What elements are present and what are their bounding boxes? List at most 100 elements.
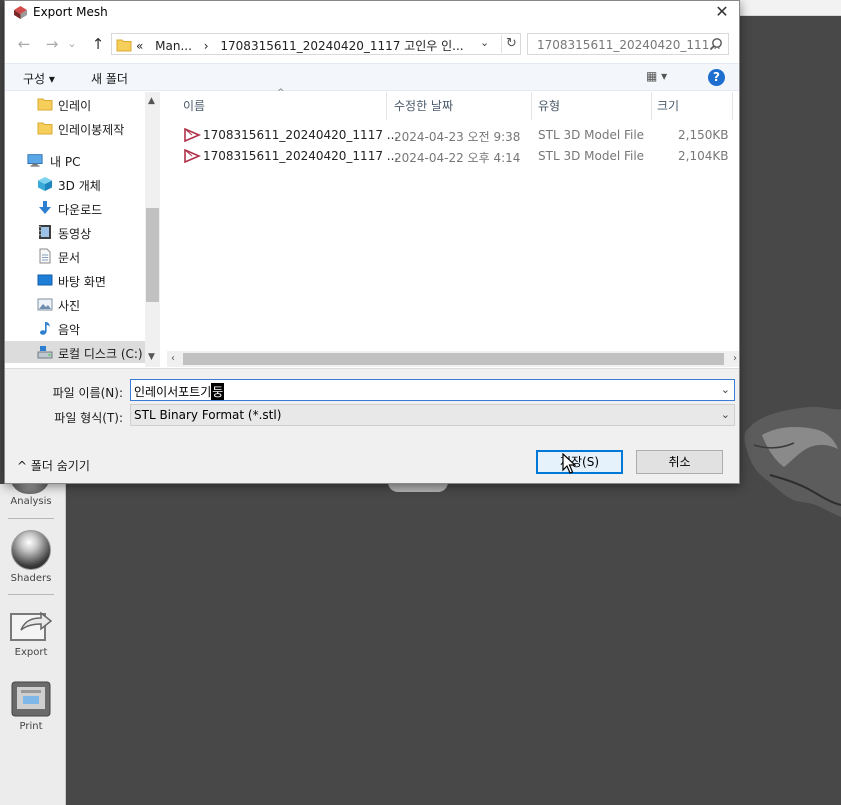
folder-icon: [37, 98, 53, 111]
column-header-name[interactable]: 이름: [183, 97, 205, 114]
help-button[interactable]: ?: [708, 69, 725, 86]
file-date: 2024-04-23 오전 9:38: [394, 130, 521, 144]
tree-item-inlay-rod[interactable]: 인레이봉제작: [5, 117, 145, 139]
back-button[interactable]: ←: [15, 35, 33, 53]
table-row[interactable]: 1708315611_20240420_1117 ... 2024-04-23 …: [179, 124, 739, 145]
column-header-size[interactable]: 크기: [657, 97, 679, 114]
print-label: Print: [19, 721, 43, 732]
refresh-button[interactable]: ↻: [501, 35, 521, 53]
navigation-bar: ← → ⌄ ↑ « Man... › 1708315611_20240420_1…: [5, 29, 739, 59]
filetype-label: 파일 형식(T):: [54, 411, 123, 425]
dialog-titlebar[interactable]: Export Mesh ✕: [5, 1, 739, 23]
filetype-value: STL Binary Format (*.stl): [134, 408, 282, 422]
address-dropdown-icon[interactable]: ⌄: [480, 36, 489, 49]
file-name: 1708315611_20240420_1117 ...: [203, 149, 399, 163]
tree-item-label: 로컬 디스크 (C:): [58, 347, 143, 361]
tree-item-downloads[interactable]: 다운로드: [5, 197, 145, 219]
file-size: 2,150KB: [678, 128, 729, 142]
scroll-up-icon[interactable]: ▲: [148, 96, 155, 106]
column-separator[interactable]: [651, 92, 652, 120]
breadcrumb-overflow[interactable]: «: [136, 39, 143, 53]
filename-ime-char: 둥: [211, 383, 225, 400]
tree-item-label: 바탕 화면: [58, 275, 106, 289]
filetype-dropdown-icon[interactable]: ⌄: [721, 408, 730, 421]
scroll-left-icon[interactable]: ‹: [171, 353, 175, 364]
organize-button[interactable]: 구성 ▾: [23, 70, 55, 87]
tree-item-label: 사진: [58, 299, 81, 313]
breadcrumb-item[interactable]: Man...: [155, 39, 192, 53]
pc-icon: [27, 154, 43, 167]
breadcrumb-item-current[interactable]: 1708315611_20240420_1117 고인우 인...: [220, 39, 463, 53]
filename-input[interactable]: 인레이서포트기둥 ⌄: [130, 379, 735, 401]
column-header-date[interactable]: 수정한 날짜: [394, 97, 453, 114]
shaders-icon: [11, 530, 51, 570]
shaders-tool[interactable]: Shaders: [0, 530, 62, 584]
save-button[interactable]: 저장(S): [536, 450, 623, 474]
printer-icon: [11, 681, 51, 717]
hide-folders-button[interactable]: ^ 폴더 숨기기: [17, 457, 90, 474]
tree-item-label: 음악: [58, 323, 81, 337]
export-tool[interactable]: Export: [0, 608, 62, 658]
forward-button[interactable]: →: [43, 35, 61, 53]
shaders-label: Shaders: [10, 573, 52, 584]
column-separator[interactable]: [531, 92, 532, 120]
analysis-tool[interactable]: Analysis: [0, 496, 62, 507]
tree-item-desktop[interactable]: 바탕 화면: [5, 269, 145, 291]
filetype-select[interactable]: STL Binary Format (*.stl) ⌄: [130, 404, 735, 426]
tree-item-label: 문서: [58, 251, 81, 265]
up-button[interactable]: ↑: [89, 35, 107, 53]
address-bar[interactable]: « Man... › 1708315611_20240420_1117 고인우 …: [111, 33, 521, 55]
toolbar-divider: [8, 518, 54, 519]
tree-item-label: 다운로드: [58, 203, 103, 217]
close-button[interactable]: ✕: [709, 3, 735, 21]
tree-item-label: 인레이봉제작: [58, 123, 125, 137]
desktop-icon: [37, 274, 53, 286]
music-icon: [40, 322, 50, 335]
tree-item-documents[interactable]: 문서: [5, 245, 145, 267]
scrollbar-thumb[interactable]: [183, 353, 724, 365]
tree-scrollbar[interactable]: ▲ ▼: [145, 92, 160, 367]
tree-item-label: 내 PC: [50, 155, 81, 169]
folder-icon: [116, 39, 132, 52]
new-folder-button[interactable]: 새 폴더: [91, 70, 128, 87]
column-separator[interactable]: [732, 92, 733, 120]
file-type: STL 3D Model File: [538, 128, 645, 142]
table-row[interactable]: 1708315611_20240420_1117 ... 2024-04-22 …: [179, 145, 739, 166]
file-size: 2,104KB: [678, 149, 729, 163]
file-type: STL 3D Model File: [538, 149, 645, 163]
recent-locations-button[interactable]: ⌄: [63, 35, 81, 53]
export-label: Export: [14, 647, 48, 658]
search-box[interactable]: 1708315611_20240420_111...: [527, 33, 729, 55]
tree-item-local-disk[interactable]: 로컬 디스크 (C:): [5, 341, 145, 363]
scrollbar-thumb[interactable]: [146, 208, 159, 302]
tree-item-pictures[interactable]: 사진: [5, 293, 145, 315]
column-header-type[interactable]: 유형: [538, 97, 560, 114]
scroll-down-icon[interactable]: ▼: [148, 352, 155, 362]
filename-dropdown-icon[interactable]: ⌄: [721, 383, 730, 396]
filename-value: 인레이서포트기둥: [134, 383, 225, 400]
cancel-button[interactable]: 취소: [636, 450, 723, 474]
video-icon: [39, 225, 51, 239]
toolbar-divider: [8, 594, 54, 595]
document-icon: [39, 248, 51, 264]
column-separator[interactable]: [386, 92, 387, 120]
tree-item-3d-objects[interactable]: 3D 개체: [5, 173, 145, 195]
filename-text: 인레이서포트기: [134, 385, 212, 399]
tree-item-inlay[interactable]: 인레이: [5, 93, 145, 115]
scroll-right-icon[interactable]: ›: [733, 353, 737, 364]
app-logo-icon: [14, 6, 27, 19]
sort-ascending-icon: ^: [277, 88, 285, 98]
tree-item-music[interactable]: 음악: [5, 317, 145, 339]
tree-item-this-pc[interactable]: 내 PC: [5, 149, 145, 171]
print-tool[interactable]: Print: [0, 680, 62, 732]
app-left-toolbar: Analysis Shaders Export Print: [0, 484, 66, 805]
pictures-icon: [37, 298, 53, 311]
export-mesh-dialog: Export Mesh ✕ ← → ⌄ ↑ « Man... › 1708315…: [4, 0, 740, 484]
horizontal-scrollbar[interactable]: ‹ ›: [167, 351, 739, 367]
save-form: 파일 이름(N): 인레이서포트기둥 ⌄ 파일 형식(T): STL Binar…: [5, 368, 739, 483]
view-options-button[interactable]: ▦ ▾: [646, 69, 667, 83]
tree-item-videos[interactable]: 동영상: [5, 221, 145, 243]
navigation-tree: 인레이 인레이봉제작 내 PC 3D 개체 다운로드 동영상 문서 바탕 화면: [5, 92, 145, 367]
breadcrumb-separator[interactable]: ›: [204, 39, 209, 53]
stl-file-icon: [184, 128, 201, 142]
